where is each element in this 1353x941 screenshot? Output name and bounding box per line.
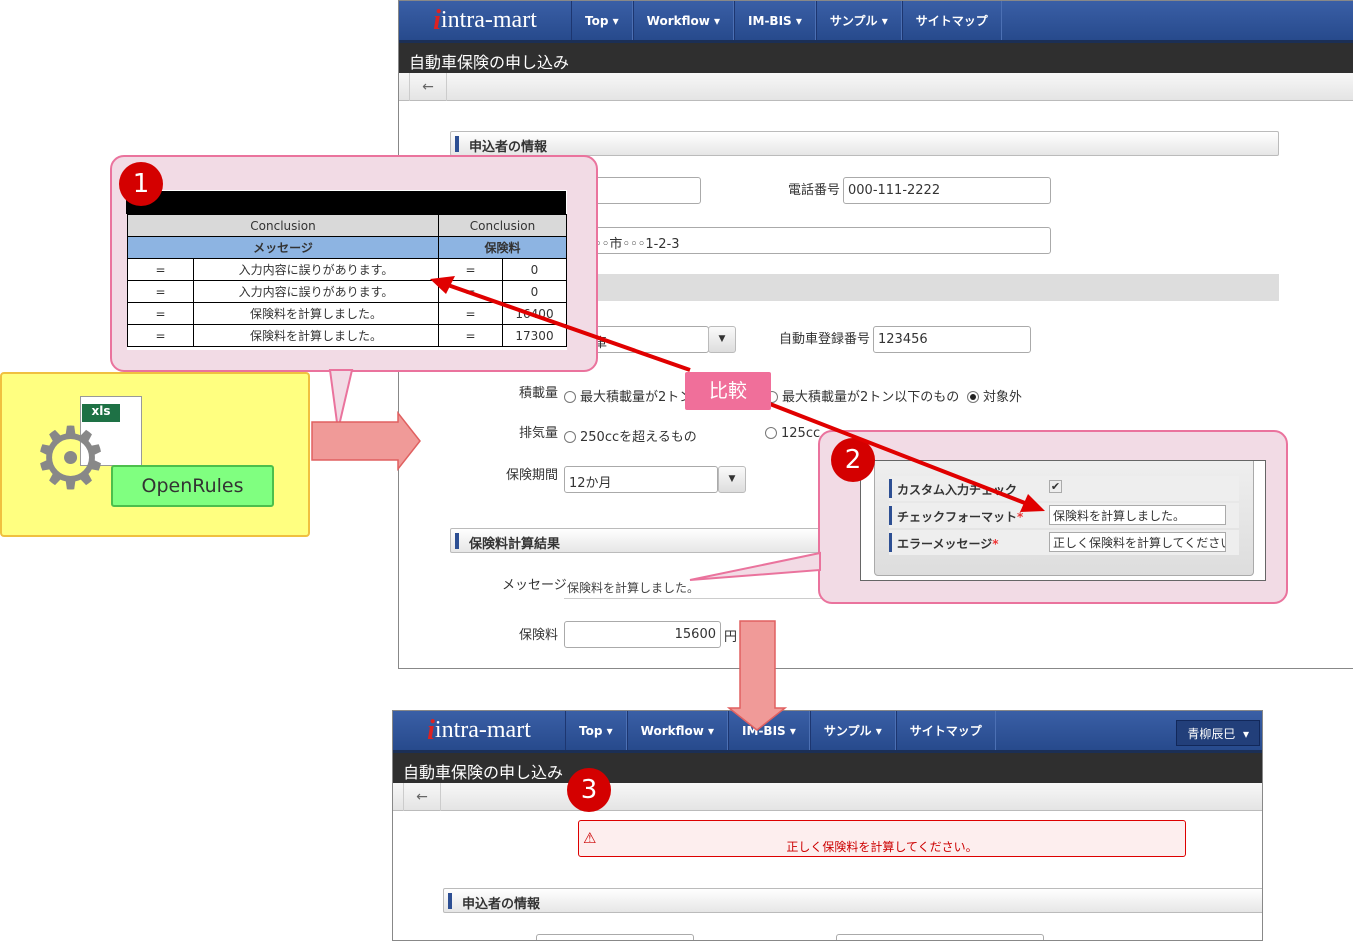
callout-1-tail — [328, 369, 354, 431]
compare-arrow-line-1 — [444, 282, 691, 372]
compare-arrow-line-2 — [769, 402, 1031, 507]
down-arrow — [726, 620, 788, 731]
callout-2-tail — [689, 551, 821, 581]
right-arrow — [311, 410, 421, 472]
annotation-arrows — [311, 276, 1045, 731]
compare-label: 比較 — [685, 372, 771, 410]
